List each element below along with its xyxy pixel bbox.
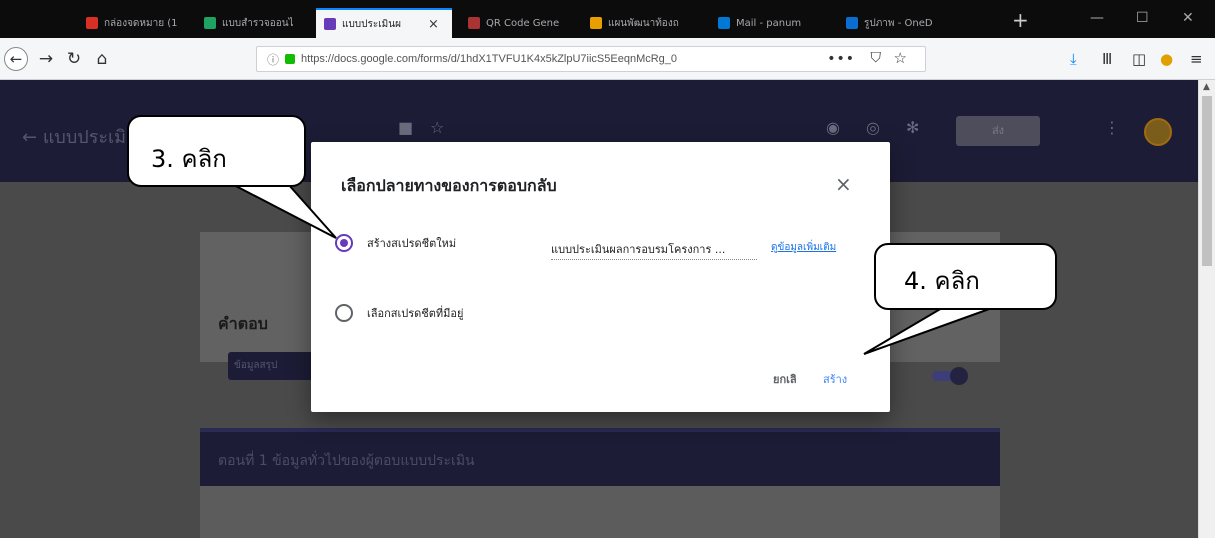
pointer-step4 — [863, 307, 993, 355]
callout-step3: 3. คลิก — [127, 115, 306, 187]
pointer-step3 — [231, 183, 337, 239]
callout-step4: 4. คลิก — [874, 243, 1057, 310]
